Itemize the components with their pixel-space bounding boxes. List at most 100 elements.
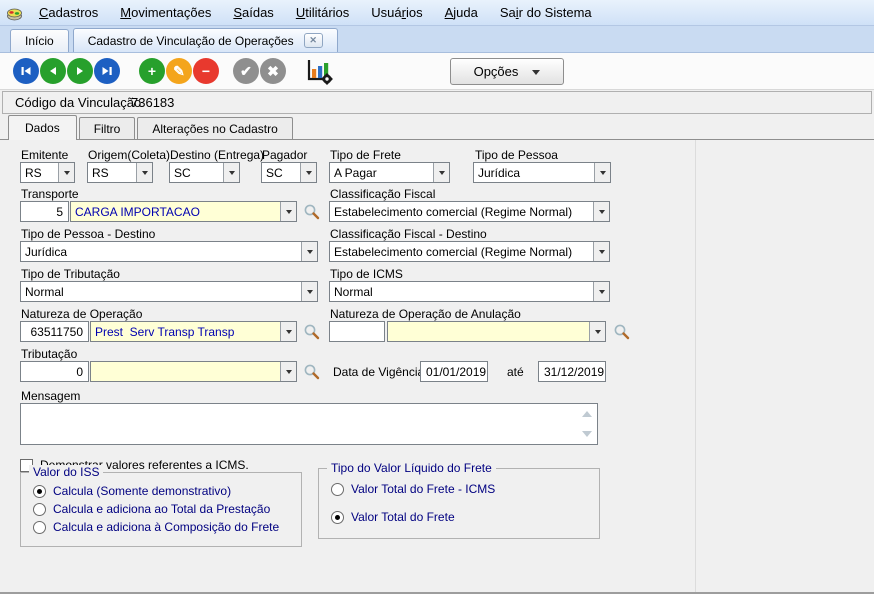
previous-icon <box>46 64 60 78</box>
radio-valor-total-frete[interactable]: Valor Total do Frete <box>331 510 455 524</box>
menu-item-usuarios[interactable]: Usuários <box>360 5 433 20</box>
chevron-down-icon <box>280 362 296 381</box>
tributacao-lookup-magnifier-icon[interactable] <box>303 363 320 380</box>
tab-cadastro-vinculacao[interactable]: Cadastro de Vinculação de Operações ✕ <box>73 28 338 52</box>
pagador-label: Pagador <box>262 148 307 162</box>
radio-icon <box>33 521 46 534</box>
tipo-pessoa-label: Tipo de Pessoa <box>475 148 558 162</box>
plus-icon: + <box>148 64 156 78</box>
menu-item-sair-do-sistema[interactable]: Sair do Sistema <box>489 5 603 20</box>
check-icon: ✔ <box>240 64 252 78</box>
ate-label: até <box>507 365 524 379</box>
tipo-pessoa-destino-combo[interactable]: Jurídica <box>20 241 318 262</box>
radio-icon <box>33 485 46 498</box>
tipo-valor-liquido-title: Tipo do Valor Líquido do Frete <box>327 461 496 475</box>
tipo-tributacao-label: Tipo de Tributação <box>21 267 120 281</box>
edit-record-button[interactable]: ✎ <box>166 58 192 84</box>
natureza-anulacao-label: Natureza de Operação de Anulação <box>330 307 521 321</box>
transporte-label: Transporte <box>21 187 79 201</box>
emitente-combo[interactable]: RS <box>20 162 75 183</box>
chevron-down-icon <box>223 163 239 182</box>
minus-icon: − <box>202 64 210 78</box>
close-tab-icon[interactable]: ✕ <box>304 33 323 48</box>
skip-first-icon <box>19 64 33 78</box>
first-record-button[interactable] <box>13 58 39 84</box>
tipo-icms-combo[interactable]: Normal <box>329 281 610 302</box>
vigencia-to-field[interactable]: 31/12/2019 <box>538 361 606 382</box>
data-vigencia-label: Data de Vigência <box>333 365 424 379</box>
delete-record-button[interactable]: − <box>193 58 219 84</box>
radio-icon <box>331 483 344 496</box>
vigencia-from-field[interactable]: 01/01/2019 <box>420 361 488 382</box>
transporte-lookup-magnifier-icon[interactable] <box>303 203 320 220</box>
transporte-combo[interactable]: CARGA IMPORTACAO <box>70 201 297 222</box>
menu-item-utilitarios[interactable]: Utilitários <box>285 5 360 20</box>
tipo-frete-label: Tipo de Frete <box>330 148 401 162</box>
natureza-anulacao-lookup-magnifier-icon[interactable] <box>613 323 630 340</box>
cross-icon: ✖ <box>267 64 279 78</box>
radio-icon <box>331 511 344 524</box>
tipo-pessoa-destino-label: Tipo de Pessoa - Destino <box>21 227 155 241</box>
menu-bar: Cadastros Movimentações Saídas Utilitári… <box>0 0 874 26</box>
tipo-pessoa-combo[interactable]: Jurídica <box>473 162 611 183</box>
chevron-down-icon <box>593 202 609 221</box>
application-window: Cadastros Movimentações Saídas Utilitári… <box>0 0 874 594</box>
tab-dados[interactable]: Dados <box>8 115 77 140</box>
tipo-icms-label: Tipo de ICMS <box>330 267 403 281</box>
panel-divider <box>695 140 696 594</box>
tab-alteracoes-no-cadastro[interactable]: Alterações no Cadastro <box>137 117 292 140</box>
chevron-down-icon <box>593 242 609 261</box>
menu-item-movimentacoes[interactable]: Movimentações <box>109 5 222 20</box>
tipo-frete-combo[interactable]: A Pagar <box>329 162 450 183</box>
tab-filtro[interactable]: Filtro <box>79 117 136 140</box>
radio-adiciona-total-prestacao[interactable]: Calcula e adiciona ao Total da Prestação <box>33 502 270 516</box>
previous-record-button[interactable] <box>40 58 66 84</box>
natureza-anulacao-code-field[interactable] <box>329 321 385 342</box>
classificacao-fiscal-label: Classificação Fiscal <box>330 187 435 201</box>
tipo-tributacao-combo[interactable]: Normal <box>20 281 318 302</box>
menu-item-cadastros[interactable]: Cadastros <box>28 5 109 20</box>
natureza-operacao-lookup-magnifier-icon[interactable] <box>303 323 320 340</box>
chevron-down-icon <box>589 322 605 341</box>
valor-iss-groupbox: Valor do ISS Calcula (Somente demonstrat… <box>20 472 302 547</box>
bar-chart-gear-icon <box>304 58 334 85</box>
last-record-button[interactable] <box>94 58 120 84</box>
radio-adiciona-composicao-frete[interactable]: Calcula e adiciona à Composição do Frete <box>33 520 279 534</box>
origem-combo[interactable]: RS <box>87 162 153 183</box>
natureza-operacao-label: Natureza de Operação <box>21 307 142 321</box>
record-code-value: 736183 <box>131 95 174 110</box>
natureza-anulacao-combo[interactable] <box>387 321 606 342</box>
chevron-down-icon <box>433 163 449 182</box>
natureza-operacao-code-field[interactable]: 63511750 <box>20 321 89 342</box>
chevron-down-icon <box>594 163 610 182</box>
destino-combo[interactable]: SC <box>169 162 240 183</box>
chevron-down-icon <box>532 70 540 79</box>
tributacao-label: Tributação <box>21 347 77 361</box>
classificacao-fiscal-destino-combo[interactable]: Estabelecimento comercial (Regime Normal… <box>329 241 610 262</box>
scroll-up-icon[interactable] <box>582 411 592 417</box>
classificacao-fiscal-destino-label: Classificação Fiscal - Destino <box>330 227 487 241</box>
chevron-down-icon <box>136 163 152 182</box>
classificacao-fiscal-combo[interactable]: Estabelecimento comercial (Regime Normal… <box>329 201 610 222</box>
scroll-down-icon[interactable] <box>582 431 592 437</box>
cancel-button[interactable]: ✖ <box>260 58 286 84</box>
report-chart-button[interactable] <box>303 57 335 85</box>
menu-item-saidas[interactable]: Saídas <box>222 5 284 20</box>
pagador-combo[interactable]: SC <box>261 162 317 183</box>
next-record-button[interactable] <box>67 58 93 84</box>
chevron-down-icon <box>280 202 296 221</box>
transporte-code-field[interactable]: 5 <box>20 201 69 222</box>
natureza-operacao-combo[interactable]: Prest Serv Transp Transp <box>90 321 297 342</box>
confirm-button[interactable]: ✔ <box>233 58 259 84</box>
tributacao-combo[interactable] <box>90 361 297 382</box>
radio-valor-total-frete-icms[interactable]: Valor Total do Frete - ICMS <box>331 482 495 496</box>
add-record-button[interactable]: + <box>139 58 165 84</box>
menu-item-ajuda[interactable]: Ajuda <box>434 5 489 20</box>
mensagem-textarea[interactable] <box>20 403 598 445</box>
tributacao-code-field[interactable]: 0 <box>20 361 89 382</box>
options-button[interactable]: Opções <box>450 58 564 85</box>
tab-inicio[interactable]: Início <box>10 29 69 52</box>
record-code-label: Código da Vinculação <box>15 95 141 110</box>
radio-calcula-demonstrativo[interactable]: Calcula (Somente demonstrativo) <box>33 484 231 498</box>
app-icon <box>6 5 23 21</box>
